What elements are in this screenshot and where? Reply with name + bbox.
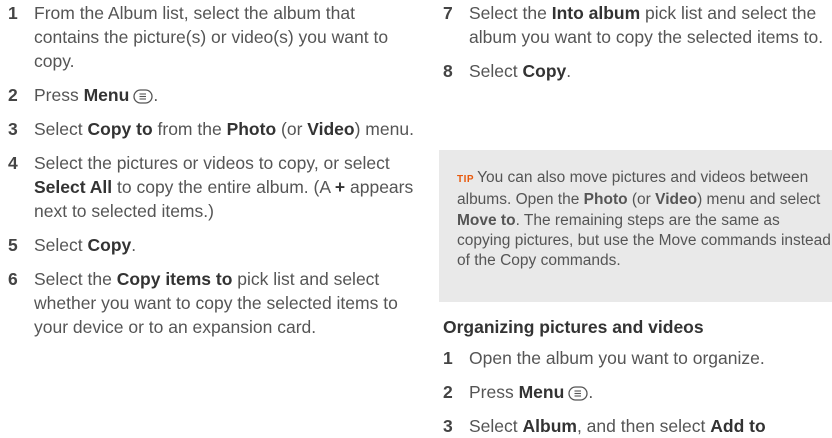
menu-icon — [133, 89, 153, 104]
step-item: 3 Select Album, and then select Add to — [443, 414, 832, 438]
step-item: 8 Select Copy. — [443, 59, 832, 83]
step-item: 5 Select Copy. — [8, 233, 418, 257]
step-item: 2 Press Menu. — [8, 83, 418, 107]
text-run: . — [153, 85, 159, 105]
tip-label: TIP — [457, 174, 475, 185]
step-number: 2 — [8, 85, 18, 105]
bold-term: Copy to — [87, 119, 153, 139]
text-run: Select — [469, 61, 523, 81]
bold-term: Select All — [34, 177, 113, 197]
text-run: to copy the entire album. (A — [112, 177, 335, 197]
step-number: 1 — [8, 3, 18, 23]
bold-term: Copy — [522, 61, 567, 81]
bold-term: Album — [522, 416, 577, 436]
text-run: Select the — [469, 3, 552, 23]
text-run: From the Album list, select the album th… — [34, 3, 389, 71]
step-number: 6 — [8, 269, 18, 289]
bold-term: + — [334, 177, 346, 197]
step-item: 1 Open the album you want to organize. — [443, 346, 832, 370]
step-item: 3 Select Copy to from the Photo (or Video… — [8, 117, 418, 141]
bold-term: Video — [655, 191, 698, 209]
bold-term: Menu — [518, 382, 565, 402]
menu-icon — [568, 386, 588, 401]
text-run: (or — [276, 119, 308, 139]
text-run: . — [588, 382, 594, 402]
right-column: 7 Select the Into album pick list and sel… — [443, 0, 832, 83]
bold-term: Copy — [87, 235, 132, 255]
step-number: 5 — [8, 235, 18, 255]
step-number: 3 — [443, 416, 453, 436]
bold-term: Photo — [226, 119, 277, 139]
step-item: 4 Select the pictures or videos to copy, … — [8, 151, 418, 223]
text-run: Press — [469, 382, 519, 402]
step-item: 1 From the Album list, select the album t… — [8, 1, 418, 73]
bold-term: Photo — [583, 191, 628, 209]
section-heading: Organizing pictures and videos — [443, 317, 704, 337]
bold-term: Video — [307, 119, 355, 139]
bold-term: Copy items to — [116, 269, 233, 289]
step-number: 8 — [443, 61, 453, 81]
text-run: (or — [627, 191, 656, 209]
text-run: . — [566, 61, 572, 81]
step-number: 1 — [443, 348, 453, 368]
text-run: Select the pictures or videos to copy, o… — [34, 153, 390, 173]
text-run: Open the album you want to organize. — [469, 348, 765, 368]
tip-box: TIP You can also move pictures and videos… — [439, 150, 832, 302]
text-run: from the — [152, 119, 227, 139]
bold-term: Move to — [457, 211, 516, 229]
text-run: Select the — [34, 269, 117, 289]
text-run: Select — [34, 119, 88, 139]
text-run: ) menu and select — [697, 191, 821, 209]
step-item: 2 Press Menu. — [443, 380, 832, 404]
text-run: ) menu. — [354, 119, 414, 139]
step-number: 4 — [8, 153, 18, 173]
text-run: Select — [469, 416, 523, 436]
step-item: 7 Select the Into album pick list and sel… — [443, 1, 832, 49]
text-run: Select — [34, 235, 88, 255]
step-item: 6 Select the Copy items to pick list and … — [8, 267, 418, 339]
text-run: . — [131, 235, 137, 255]
step-number: 7 — [443, 3, 453, 23]
step-number: 2 — [443, 382, 453, 402]
bold-term: Add to — [710, 416, 766, 436]
bold-term: Into album — [551, 3, 641, 23]
text-run: Press — [34, 85, 84, 105]
text-run: , and then select — [576, 416, 711, 436]
step-number: 3 — [8, 119, 18, 139]
bold-term: Menu — [83, 85, 130, 105]
section-steps-list: 1 Open the album you want to organize. 2 Pr… — [443, 346, 832, 438]
left-column: 1 From the Album list, select the album t… — [8, 0, 418, 339]
tip-text: You can also move pictures and videos be… — [457, 169, 831, 269]
